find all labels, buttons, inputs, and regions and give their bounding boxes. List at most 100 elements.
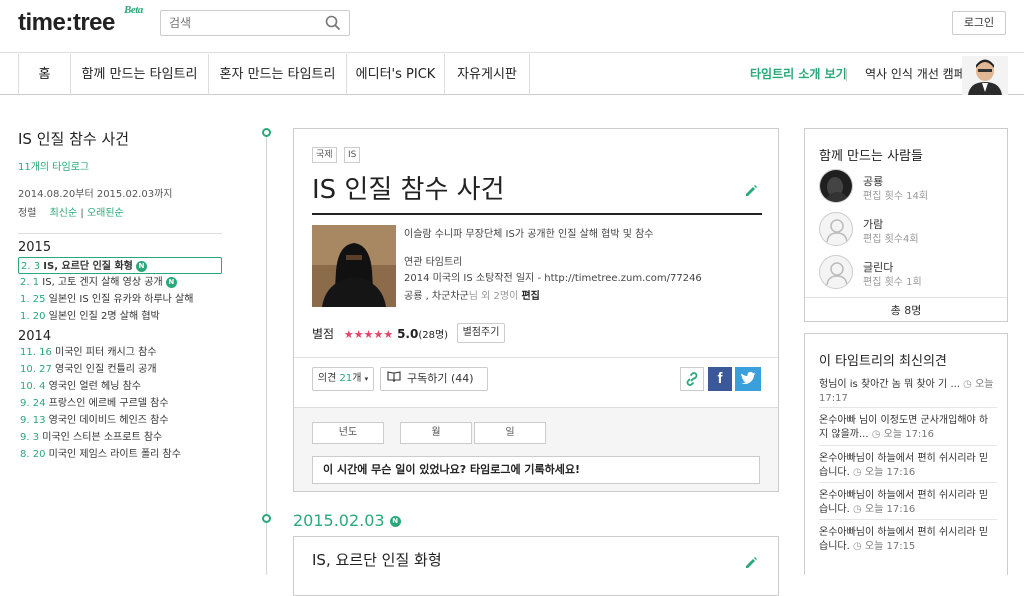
sort-label: 정렬	[18, 208, 37, 219]
campaign-avatar[interactable]	[962, 56, 1008, 95]
opinion-item[interactable]: 온수아빠님이 하늘에서 편히 쉬시리라 믿습니다. ◷ 오늘 17:16	[819, 452, 997, 480]
avatar	[819, 169, 853, 203]
opinion-item[interactable]: 온수아빠 님이 이정도면 군사개입해야 하지 않을까... ◷ 오늘 17:16	[819, 414, 997, 442]
new-badge: N	[389, 516, 401, 527]
opinion-item[interactable]: 헝님이 is 찾아간 놈 뭐 찾아 기 ... ◷ 오늘 17:17	[819, 378, 997, 406]
year-2015: 2015	[18, 240, 52, 255]
contributor-item[interactable]: 가람 편집 횟수4회	[819, 212, 999, 248]
timelog-item[interactable]: 10. 27 영국인 인질 컨틀리 공개	[18, 361, 228, 378]
nav-together-timetree[interactable]: 함께 만드는 타임트리	[70, 54, 208, 95]
nav-home[interactable]: 홈	[18, 54, 70, 95]
contributor-item[interactable]: 글린다 편집 횟수 1회	[819, 255, 999, 291]
rating-stars: ★★★★★	[343, 328, 394, 341]
subscribe-button[interactable]: 구독하기 (44)	[380, 367, 488, 391]
timelog-item[interactable]: 1. 20 일본인 인질 2명 살해 협박	[18, 308, 228, 325]
opinions-title: 이 타임트리의 최신의견	[819, 354, 947, 369]
contributors-panel: 함께 만드는 사람들 공룡 편집 횟수 14회 가람 편집 횟수4회 글린다 편집 횟…	[804, 128, 1008, 322]
timelog-item[interactable]: 1. 25 일본인 IS 인질 유카와 하루나 살해	[18, 291, 228, 308]
entry-title[interactable]: IS, 요르단 인질 화형	[312, 549, 442, 570]
timelog-count: 11개의 타임로그	[18, 162, 90, 173]
timelog-item[interactable]: 2. 3 IS, 요르단 인질 화형 N	[18, 257, 222, 274]
date-range: 2014.08.20부터 2015.02.03까지	[18, 189, 173, 200]
clock-icon: ◷	[852, 467, 862, 478]
rating-bar: 별점 ★★★★★ 5.0(28명)	[312, 325, 448, 342]
related-link[interactable]: 2014 미국의 IS 소탕작전 일지 - http://timetree.zu…	[404, 269, 702, 284]
latest-opinions-panel: 이 타임트리의 최신의견 헝님이 is 찾아간 놈 뭐 찾아 기 ... ◷ 오…	[804, 333, 1008, 575]
twitter-icon[interactable]	[735, 367, 761, 391]
timelog-entry-card: IS, 요르단 인질 화형	[293, 536, 779, 596]
clock-icon: ◷	[852, 504, 862, 515]
rating-value: 5.0	[397, 327, 419, 341]
timelog-item[interactable]: 9. 13 영국인 데이비드 헤인즈 참수	[18, 412, 228, 429]
editor-names[interactable]: 공룡 , 차군차군	[404, 291, 469, 302]
timelog-entry-form: 년도 월 일 이 시간에 무슨 일이 있었나요? 타임로그에 기록하세요!	[294, 407, 778, 491]
sort-separator: |	[80, 208, 84, 219]
timelog-item[interactable]: 10. 4 영국인 얼런 헤닝 참수	[18, 378, 228, 395]
new-badge: N	[165, 276, 177, 288]
timelog-item[interactable]: 9. 24 프랑스인 에르베 구르델 참수	[18, 395, 228, 412]
card-divider	[294, 357, 778, 358]
caret-down-icon: ▾	[364, 375, 369, 383]
nav-editors-pick[interactable]: 에디터's PICK	[346, 54, 444, 95]
new-badge: N	[136, 260, 148, 272]
sidebar-divider	[18, 233, 222, 234]
title-underline	[312, 213, 762, 215]
timelog-item[interactable]: 2. 1 IS, 고토 겐지 살해 영상 공개 N	[18, 274, 228, 291]
main-nav: 홈 함께 만드는 타임트리 혼자 만드는 타임트리 에디터's PICK 자유게…	[0, 54, 1024, 95]
contributors-title: 함께 만드는 사람들	[819, 149, 923, 164]
opinion-divider	[819, 407, 997, 408]
opinion-divider	[819, 482, 997, 483]
contributors-total[interactable]: 총 8명	[805, 302, 1007, 318]
year-select[interactable]: 년도	[312, 422, 384, 444]
nav-free-board[interactable]: 자유게시판	[444, 54, 530, 95]
rating-count: (28명)	[418, 330, 449, 341]
day-select[interactable]: 일	[474, 422, 546, 444]
user-icon	[819, 255, 853, 289]
link-icon[interactable]	[680, 367, 704, 391]
pencil-icon[interactable]	[744, 183, 758, 202]
opinion-dropdown[interactable]: 의견 21개 ▾	[312, 367, 374, 391]
card-description: 이슬람 수니파 무장단체 IS가 공개한 인질 살해 협박 및 참수	[404, 229, 654, 240]
opinion-item[interactable]: 온수아빠님이 하늘에서 편히 쉬시리라 믿습니다. ◷ 오늘 17:16	[819, 489, 997, 517]
timelog-item[interactable]: 11. 16 미국인 피터 캐시그 참수	[18, 344, 228, 361]
left-sidebar: IS 인질 참수 사건 11개의 타임로그 2014.08.20부터 2015.…	[18, 128, 228, 463]
pencil-icon[interactable]	[744, 555, 758, 574]
clock-icon: ◷	[871, 429, 881, 440]
timelog-item[interactable]: 9. 3 미국인 스티븐 소프로트 참수	[18, 429, 228, 446]
editors-line: 공룡 , 차군차군님 외 2명이 편집	[404, 291, 540, 302]
search-input[interactable]	[161, 11, 311, 35]
opinion-item[interactable]: 온수아빠님이 하늘에서 편히 쉬시리라 믿습니다. ◷ 오늘 17:15	[819, 526, 997, 554]
nav-intro-link[interactable]: 타임트리 소개 보기	[750, 54, 847, 95]
opinion-divider	[819, 445, 997, 446]
rate-button[interactable]: 별점주기	[457, 323, 505, 343]
sort-oldest[interactable]: 오래된순	[87, 208, 124, 219]
sort-newest[interactable]: 최신순	[50, 208, 78, 219]
card-title: IS 인질 참수 사건	[312, 175, 505, 205]
clock-icon: ◷	[963, 379, 972, 390]
rating-label: 별점	[312, 327, 335, 341]
site-logo[interactable]: time:tree Beta	[18, 4, 143, 37]
search-box	[160, 10, 350, 36]
user-icon	[819, 212, 853, 246]
site-header: time:treeBeta 로그인	[0, 0, 1024, 53]
panel-divider	[805, 297, 1007, 298]
category-tag[interactable]: 국제	[312, 147, 337, 163]
book-icon	[387, 368, 401, 390]
related-label: 연관 타임트리	[404, 257, 463, 268]
login-button[interactable]: 로그인	[952, 11, 1006, 35]
timelog-item[interactable]: 8. 20 미국인 제임스 라이트 폴리 참수	[18, 446, 228, 463]
nav-campaign-link[interactable]: 역사 인식 개선 캠페인	[865, 54, 976, 95]
entry-date: 2015.02.03 N	[293, 511, 401, 530]
nav-solo-timetree[interactable]: 혼자 만드는 타임트리	[208, 54, 346, 95]
timelog-prompt-input[interactable]: 이 시간에 무슨 일이 있었나요? 타임로그에 기록하세요!	[312, 456, 760, 484]
category-tag[interactable]: IS	[344, 147, 361, 163]
search-icon[interactable]	[325, 15, 341, 35]
edit-history-link[interactable]: 편집	[521, 291, 539, 302]
clock-icon: ◷	[852, 541, 862, 552]
month-select[interactable]: 월	[400, 422, 472, 444]
timetree-title: IS 인질 참수 사건	[18, 130, 130, 148]
contributor-item[interactable]: 공룡 편집 횟수 14회	[819, 169, 999, 205]
facebook-icon[interactable]: f	[708, 367, 732, 391]
timeline-dot	[262, 128, 271, 137]
opinion-divider	[819, 519, 997, 520]
